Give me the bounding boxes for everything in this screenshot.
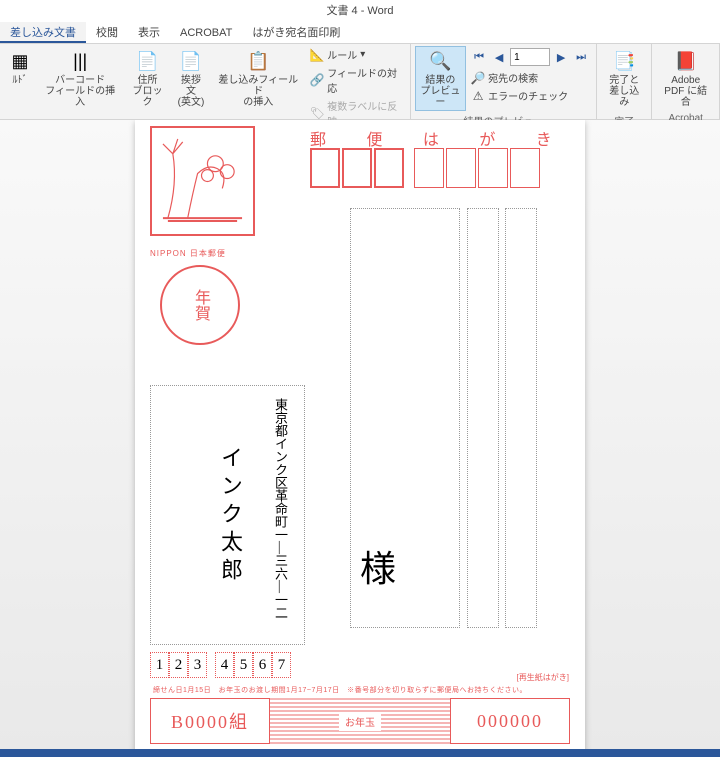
tab-mailmerge[interactable]: 差し込み文書 xyxy=(0,22,86,43)
record-number-input[interactable] xyxy=(510,48,550,66)
merge-field-button[interactable]: 📋差し込みフィールド の挿入 xyxy=(211,46,305,111)
adobe-pdf-button[interactable]: 📕Adobe PDF に結合 xyxy=(656,46,715,111)
sender-zip-digit[interactable]: 3 xyxy=(188,652,207,678)
hagaki-heading: 郵 便 は が き xyxy=(310,126,570,150)
document-workspace: NIPPON 日本郵便 郵 便 は が き 様 年賀 東京都インク区革命町一―三… xyxy=(0,120,720,749)
stamp-art-icon xyxy=(158,134,247,228)
nenga-stamp: 年賀 xyxy=(160,265,240,345)
tab-hagaki[interactable]: はがき宛名面印刷 xyxy=(242,22,350,43)
tab-view[interactable]: 表示 xyxy=(128,22,170,43)
match-icon: 🔗 xyxy=(310,73,324,87)
sender-zip-digit[interactable]: 1 xyxy=(150,652,169,678)
tab-acrobat[interactable]: ACROBAT xyxy=(170,22,242,43)
sender-zip-digit[interactable]: 7 xyxy=(272,652,291,678)
deadline-text: 締せん日1月15日 お年玉のお渡し期間1月17~7月17日 ※番号部分を切り取ら… xyxy=(153,685,527,695)
barcode-button[interactable]: |||バーコード フィールドの挿入 xyxy=(38,46,122,111)
match-fields-button[interactable]: 🔗フィールドの対応 xyxy=(307,64,406,96)
search-icon: 🔎 xyxy=(471,71,485,85)
pdf-icon: 📕 xyxy=(674,49,698,73)
zip-box[interactable] xyxy=(446,148,476,188)
title-bar: 文書 4 - Word xyxy=(0,0,720,22)
sender-zip-digit[interactable]: 5 xyxy=(234,652,253,678)
zip-box[interactable] xyxy=(374,148,404,188)
find-recipient-button[interactable]: 🔎宛先の検索 xyxy=(468,69,592,86)
status-bar xyxy=(0,749,720,757)
greeting-button[interactable]: 📄挨拶文 (英文) xyxy=(173,46,210,111)
sender-address: 東京都インク区革命町一―三六―一二 xyxy=(271,398,290,619)
recycled-label: [再生紙はがき] xyxy=(517,672,569,683)
last-record-button[interactable]: ⏭ xyxy=(572,48,590,66)
preview-icon: 🔍 xyxy=(428,49,452,73)
hagaki-page[interactable]: NIPPON 日本郵便 郵 便 は が き 様 年賀 東京都インク区革命町一―三… xyxy=(135,120,585,749)
field-icon: ▦ xyxy=(8,49,32,73)
lottery-number: 000000 xyxy=(450,698,570,744)
stamp-area xyxy=(150,126,255,246)
nippon-label: NIPPON 日本郵便 xyxy=(150,248,226,259)
sender-zip-digit[interactable]: 2 xyxy=(169,652,188,678)
sender-name: インク太郎 xyxy=(214,446,246,586)
address-column-1[interactable] xyxy=(505,208,537,628)
labels-icon: 🏷 xyxy=(310,106,324,120)
next-record-button[interactable]: ▶ xyxy=(552,48,570,66)
zip-box[interactable] xyxy=(310,148,340,188)
ribbon: ▦ﾙﾄﾞ |||バーコード フィールドの挿入 📄住所 ブロック 📄挨拶文 (英文… xyxy=(0,44,720,120)
mergefield-icon: 📋 xyxy=(246,49,270,73)
first-record-button[interactable]: ⏮ xyxy=(470,48,488,66)
sender-zip-digit[interactable]: 6 xyxy=(253,652,272,678)
rules-button[interactable]: 📐ルール ▾ xyxy=(307,46,406,63)
check-errors-button[interactable]: ⚠エラーのチェック xyxy=(468,87,592,104)
finish-merge-button[interactable]: 📑完了と 差し込み xyxy=(601,46,647,111)
finish-icon: 📑 xyxy=(612,49,636,73)
tab-review[interactable]: 校閲 xyxy=(86,22,128,43)
lottery-mid: お年玉 xyxy=(270,698,450,744)
recipient-zip-boxes xyxy=(310,148,540,188)
zip-box[interactable] xyxy=(510,148,540,188)
stamp-frame xyxy=(150,126,255,236)
greeting-icon: 📄 xyxy=(179,49,203,73)
sender-zip-boxes: 1 2 3 4 5 6 7 xyxy=(150,652,291,678)
otoshidama-label: お年玉 xyxy=(339,712,381,731)
preview-results-button[interactable]: 🔍結果の プレビュー xyxy=(415,46,466,111)
zip-box[interactable] xyxy=(478,148,508,188)
sama-suffix: 様 xyxy=(360,540,396,592)
barcode-icon: ||| xyxy=(68,49,92,73)
field-button[interactable]: ▦ﾙﾄﾞ xyxy=(4,46,36,89)
sender-box[interactable]: 東京都インク区革命町一―三六―一二 インク太郎 xyxy=(150,385,305,645)
zip-box[interactable] xyxy=(342,148,372,188)
rules-icon: 📐 xyxy=(310,48,324,62)
error-icon: ⚠ xyxy=(471,89,485,103)
lottery-group: B0000組 xyxy=(150,698,270,744)
address-column-2[interactable] xyxy=(467,208,499,628)
zip-box[interactable] xyxy=(414,148,444,188)
ribbon-tabs: 差し込み文書 校閲 表示 ACROBAT はがき宛名面印刷 xyxy=(0,22,720,44)
lottery-strip: B0000組 お年玉 000000 xyxy=(150,698,570,744)
address-block-button[interactable]: 📄住所 ブロック xyxy=(124,46,170,111)
prev-record-button[interactable]: ◀ xyxy=(490,48,508,66)
address-icon: 📄 xyxy=(135,49,159,73)
sender-zip-digit[interactable]: 4 xyxy=(215,652,234,678)
